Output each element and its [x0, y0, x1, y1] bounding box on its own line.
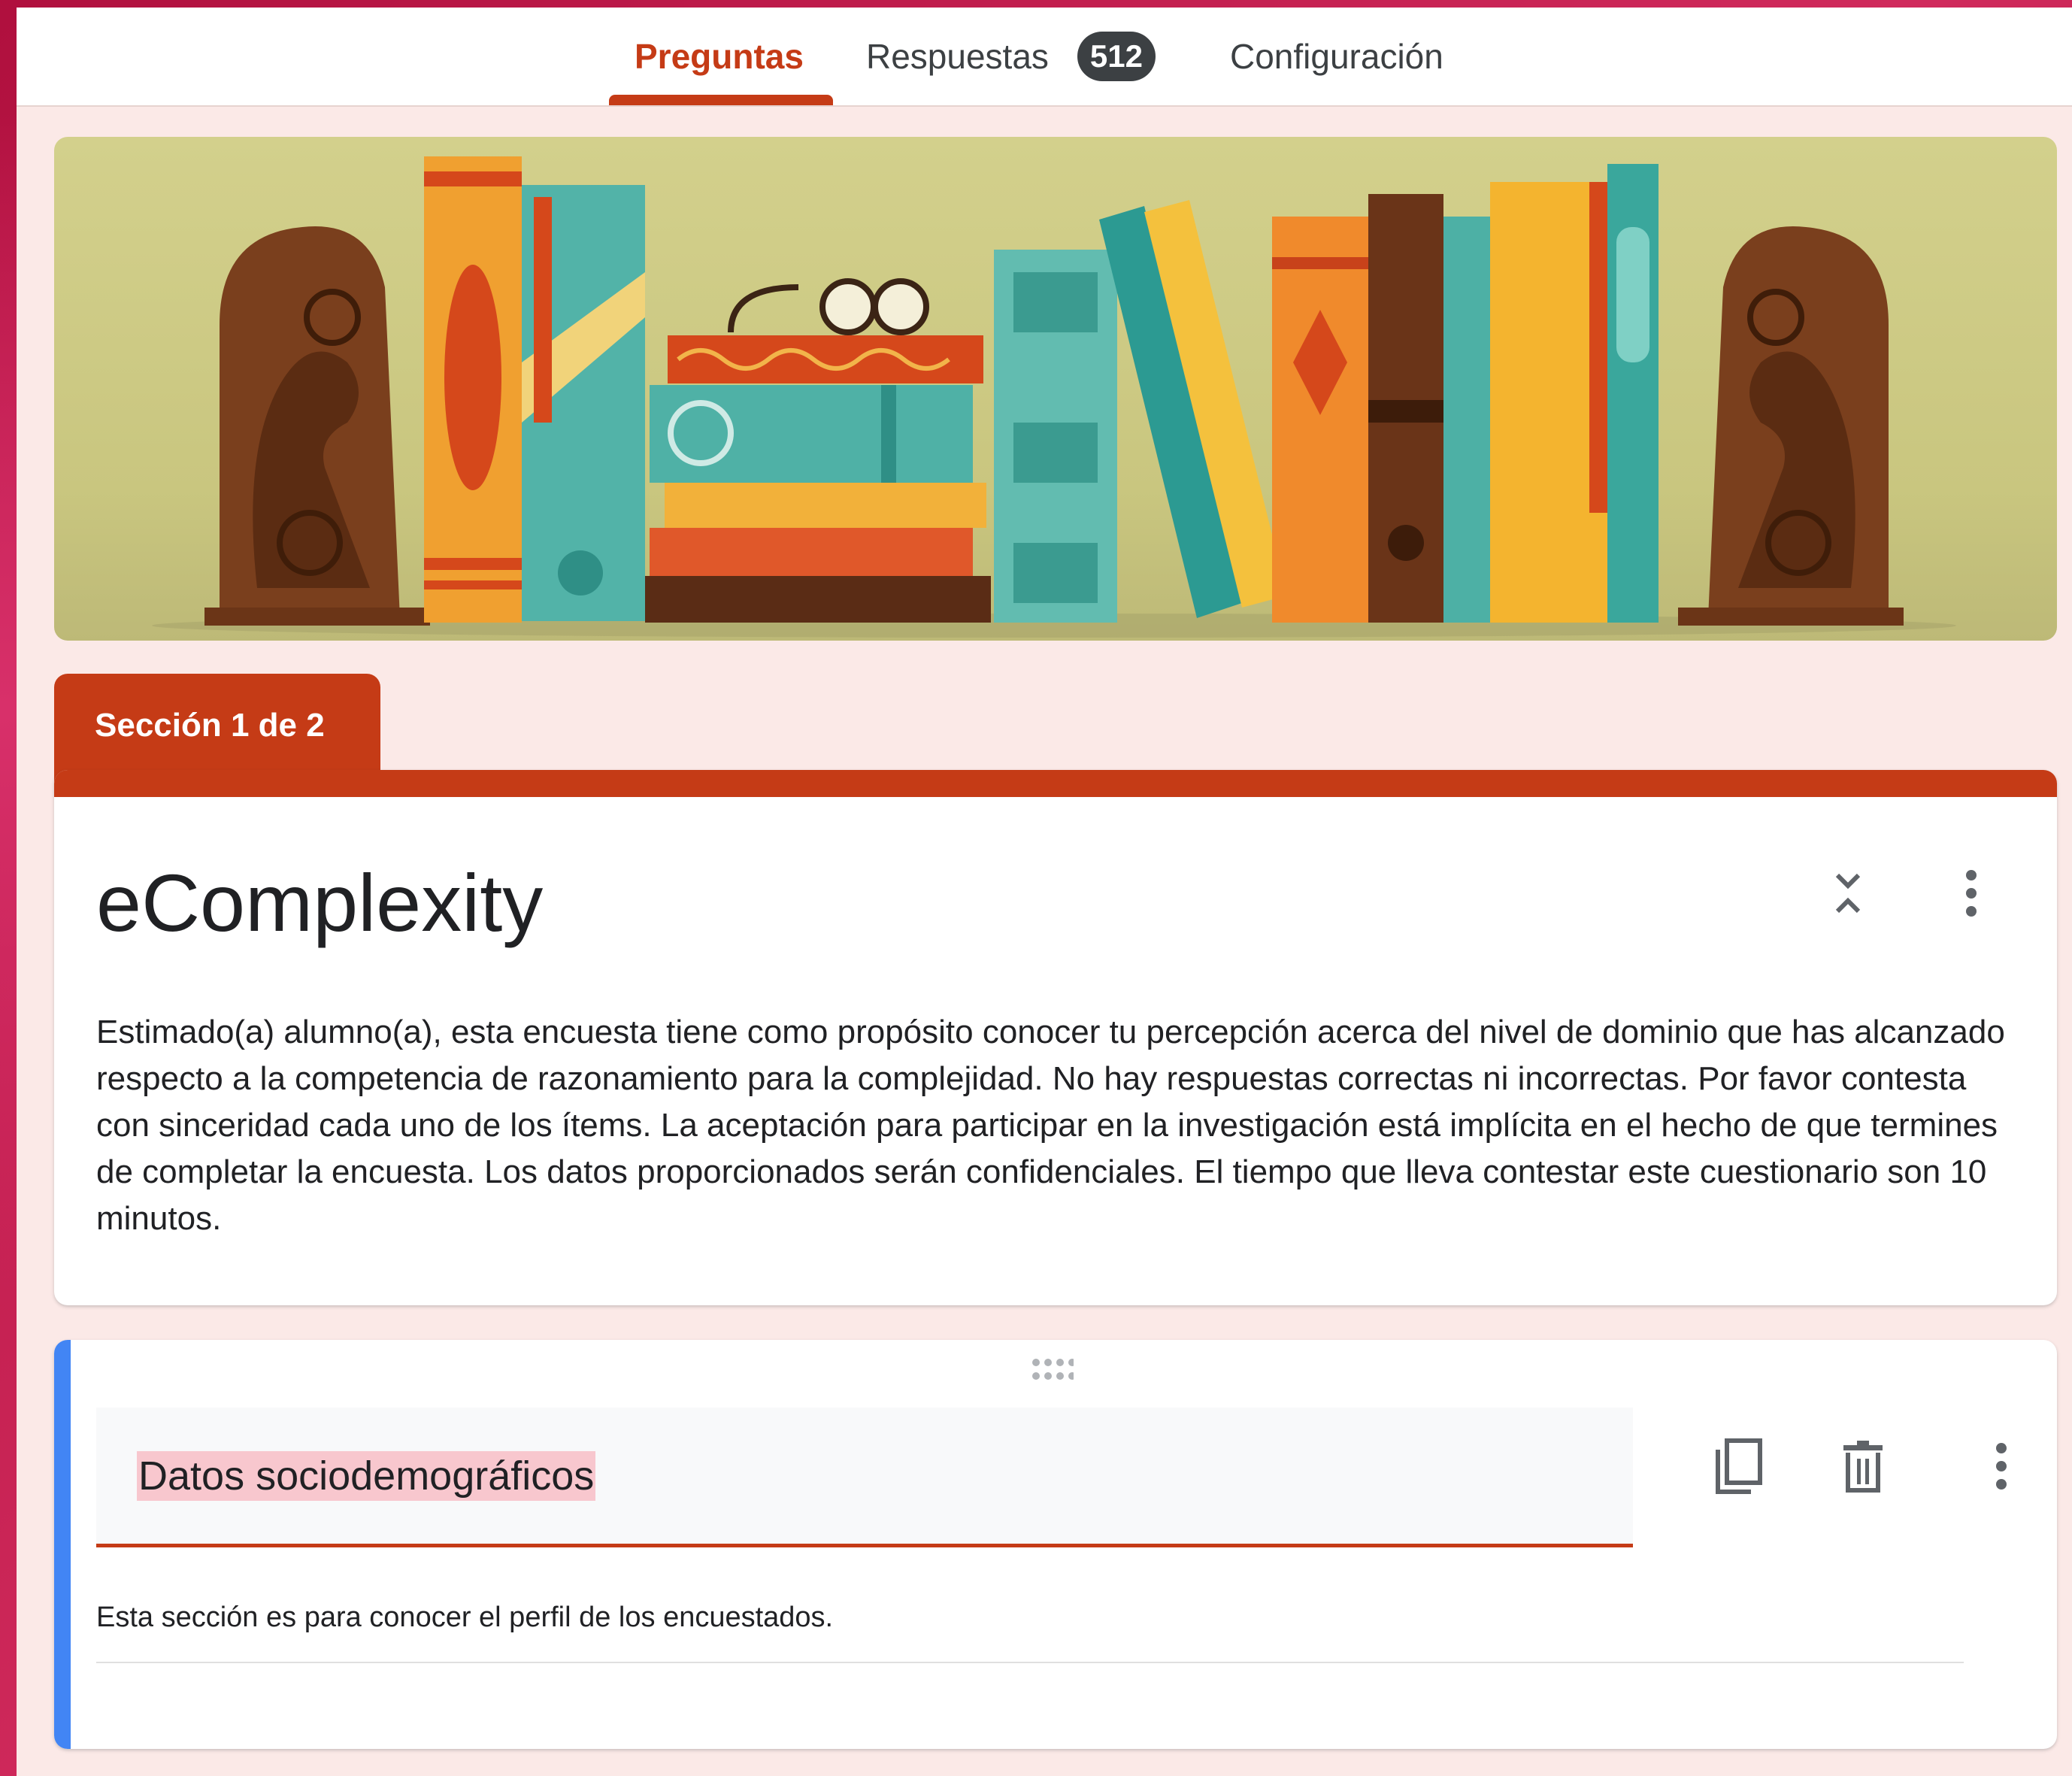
- duplicate-icon: [1716, 1438, 1762, 1494]
- section-indicator-label: Sección 1 de 2: [95, 707, 325, 744]
- forms-editor: Preguntas Respuestas 512 Configuración S…: [17, 8, 2072, 1776]
- drag-handle-icon: [1032, 1359, 1076, 1380]
- active-item-indicator: [54, 1340, 71, 1749]
- tab-preguntas-label: Preguntas: [635, 37, 804, 76]
- section-title-text: Datos sociodemográficos: [137, 1451, 596, 1501]
- duplicate-section-button[interactable]: [1701, 1429, 1776, 1504]
- section-description[interactable]: Esta sección es para conocer el perfil d…: [96, 1602, 833, 1634]
- tab-configuracion[interactable]: Configuración: [1230, 8, 1443, 105]
- top-tab-bar: Preguntas Respuestas 512 Configuración: [17, 8, 2072, 107]
- drag-handle[interactable]: [1031, 1358, 1076, 1384]
- responses-count-badge: 512: [1077, 32, 1156, 81]
- more-vert-icon: [1996, 1443, 2007, 1490]
- section-title-field[interactable]: Datos sociodemográficos: [96, 1408, 1633, 1547]
- title-card-accent-bar: [54, 770, 2057, 797]
- header-image: [54, 137, 2057, 641]
- collapse-icon: [1835, 873, 1861, 914]
- section-more-options-button[interactable]: [1941, 863, 2001, 923]
- form-description[interactable]: Estimado(a) alumno(a), esta encuesta tie…: [96, 1009, 2021, 1242]
- more-vert-icon: [1966, 870, 1977, 917]
- collapse-section-button[interactable]: [1818, 863, 1878, 923]
- bookshelf-illustration: [152, 156, 1956, 638]
- section-card-more-options-button[interactable]: [1971, 1435, 2031, 1498]
- description-underline: [96, 1662, 1964, 1663]
- tab-respuestas-label: Respuestas: [866, 37, 1049, 76]
- delete-icon: [1843, 1441, 1883, 1493]
- tab-configuracion-label: Configuración: [1230, 37, 1443, 76]
- delete-section-button[interactable]: [1825, 1429, 1901, 1504]
- active-tab-indicator: [609, 95, 833, 105]
- tab-preguntas[interactable]: Preguntas: [635, 8, 804, 105]
- form-title[interactable]: eComplexity: [96, 856, 543, 950]
- tab-respuestas[interactable]: Respuestas 512: [866, 8, 1156, 105]
